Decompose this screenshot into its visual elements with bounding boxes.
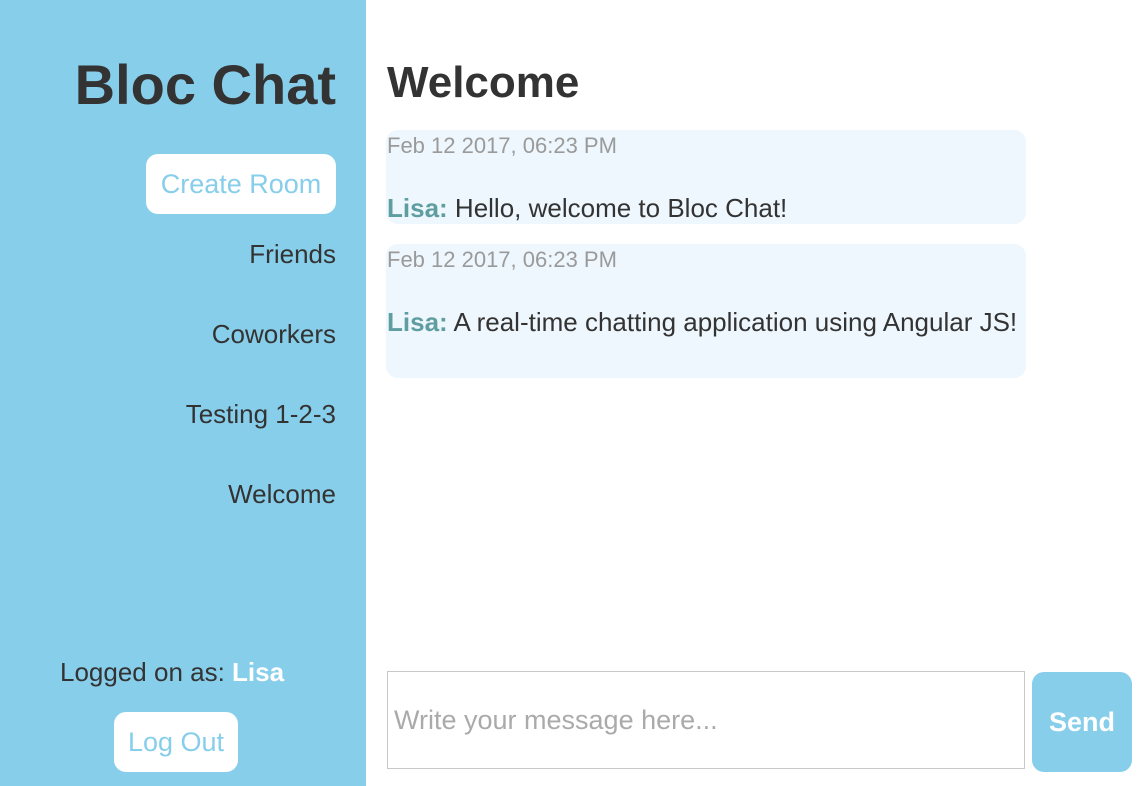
brand-title: Bloc Chat — [74, 53, 336, 116]
logged-in-username: Lisa — [232, 657, 285, 687]
message-text: Hello, welcome to Bloc Chat! — [447, 193, 788, 223]
message-body: Lisa: A real-time chatting application u… — [387, 302, 1023, 342]
sidebar: Bloc Chat Create Room Friends Coworkers … — [0, 0, 366, 786]
sidebar-item-friends[interactable]: Friends — [249, 238, 336, 270]
send-button[interactable]: Send — [1032, 672, 1132, 772]
message-text: A real-time chatting application using A… — [447, 307, 1018, 337]
message-username: Lisa: — [387, 193, 448, 223]
message-timestamp: Feb 12 2017, 06:23 PM — [387, 247, 617, 272]
sidebar-item-welcome[interactable]: Welcome — [228, 478, 336, 510]
create-room-button[interactable]: Create Room — [146, 154, 336, 214]
sidebar-item-coworkers[interactable]: Coworkers — [212, 318, 336, 350]
logout-button[interactable]: Log Out — [114, 712, 238, 772]
message-item: Feb 12 2017, 06:23 PM Lisa: A real-time … — [386, 244, 1026, 378]
message-body: Lisa: Hello, welcome to Bloc Chat! — [387, 188, 1023, 228]
message-input[interactable] — [387, 671, 1025, 769]
message-item: Feb 12 2017, 06:23 PM Lisa: Hello, welco… — [386, 130, 1026, 224]
logged-in-status: Logged on as: Lisa — [60, 656, 284, 688]
sidebar-item-testing[interactable]: Testing 1-2-3 — [186, 398, 336, 430]
message-username: Lisa: — [387, 307, 448, 337]
logged-in-prefix: Logged on as: — [60, 657, 233, 687]
room-title: Welcome — [387, 58, 580, 107]
app-root: Bloc Chat Create Room Friends Coworkers … — [0, 0, 1148, 786]
message-timestamp: Feb 12 2017, 06:23 PM — [387, 133, 617, 158]
